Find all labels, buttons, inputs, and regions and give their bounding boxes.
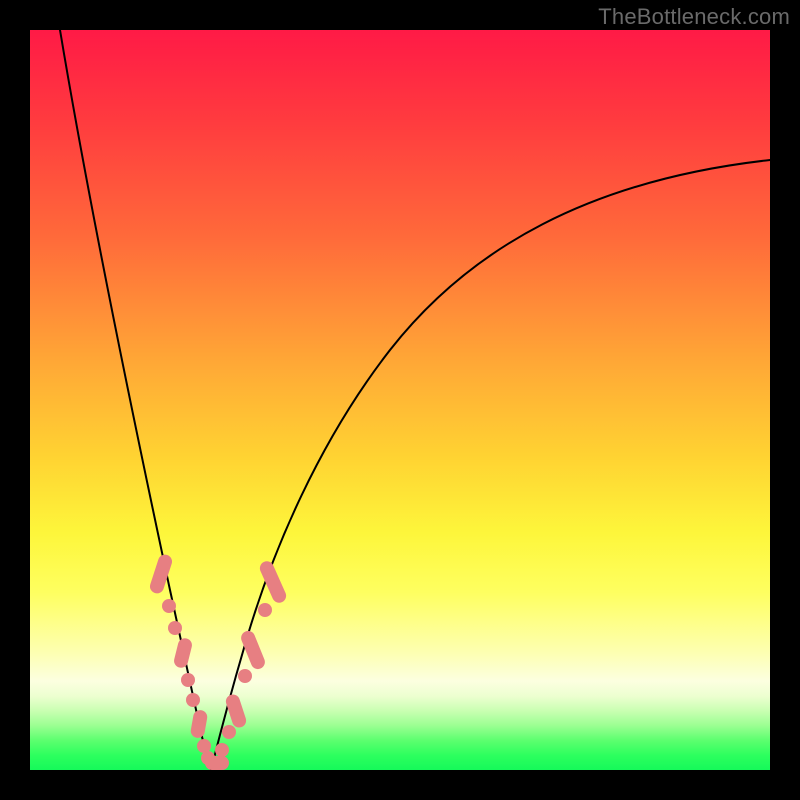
marker-pill bbox=[258, 559, 289, 605]
marker-dot bbox=[168, 621, 182, 635]
marker-dot bbox=[186, 693, 200, 707]
bottleneck-chart bbox=[30, 30, 770, 770]
marker-pill bbox=[205, 756, 229, 770]
marker-pill bbox=[173, 637, 194, 669]
marker-pill bbox=[190, 709, 209, 739]
marker-dot bbox=[181, 673, 195, 687]
marker-dot bbox=[258, 603, 272, 617]
marker-pill bbox=[224, 693, 248, 730]
marker-dot bbox=[162, 599, 176, 613]
marker-dot bbox=[215, 743, 229, 757]
marker-dot bbox=[222, 725, 236, 739]
marker-dot bbox=[238, 669, 252, 683]
right-curve bbox=[211, 160, 770, 770]
watermark-text: TheBottleneck.com bbox=[598, 4, 790, 30]
marker-dot bbox=[197, 739, 211, 753]
